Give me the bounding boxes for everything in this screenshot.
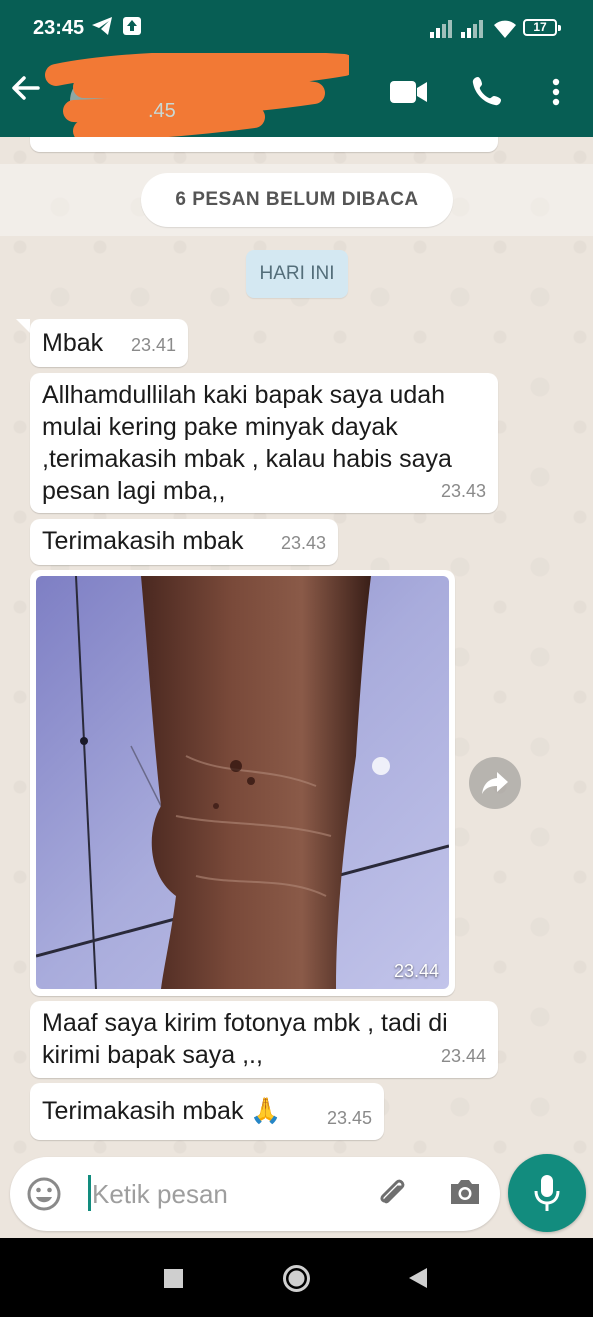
previous-message-bubble [30,137,498,152]
home-icon[interactable] [282,1264,311,1298]
message-bubble[interactable]: Mbak 23.41 [30,319,188,367]
message-text: Allhamdullilah kaki bapak saya udah mula… [42,381,452,505]
voice-record-button[interactable] [508,1154,586,1232]
status-time: 23:45 [33,17,85,39]
contact-status: .45 [148,100,176,122]
message-time: 23.44 [440,1046,486,1066]
message-bubble[interactable]: Terimakasih mbak 🙏 23.45 [30,1083,384,1140]
video-call-icon[interactable] [390,79,428,110]
bubble-tail [16,319,30,333]
camera-icon[interactable] [448,1177,482,1212]
attach-icon[interactable] [374,1175,412,1218]
battery-icon: 17 [523,19,561,36]
back-arrow-icon[interactable] [10,73,40,108]
phone-call-icon[interactable] [471,75,503,112]
message-input-bar: Ketik pesan [10,1157,500,1231]
leg-photo[interactable] [36,576,449,989]
telegram-icon [91,16,113,41]
message-input[interactable]: Ketik pesan [92,1179,228,1210]
forward-button[interactable] [469,757,521,809]
unread-messages-banner: 6 PESAN BELUM DIBACA [141,173,453,227]
more-options-icon[interactable] [552,78,560,111]
redaction-scribble [44,50,355,143]
upload-icon [122,16,142,41]
image-message-bubble[interactable]: 23.44 [30,570,455,996]
message-text: Maaf saya kirim fotonya mbk , tadi di ki… [42,1009,448,1069]
signal-icon [461,20,487,43]
forward-icon [481,770,509,801]
message-bubble[interactable]: Allhamdullilah kaki bapak saya udah mula… [30,373,498,513]
chat-area[interactable]: 6 PESAN BELUM DIBACA HARI INI Mbak 23.41… [0,137,593,1161]
emoji-icon[interactable] [26,1176,62,1217]
microphone-icon [534,1174,560,1217]
message-bubble[interactable]: Terimakasih mbak 23.43 [30,519,338,565]
back-nav-icon[interactable] [408,1267,428,1294]
signal-icon [430,20,456,43]
text-cursor [88,1175,91,1211]
message-bubble[interactable]: Maaf saya kirim fotonya mbk , tadi di ki… [30,1001,498,1078]
day-separator: HARI INI [246,250,348,298]
message-time: 23.44 [393,961,439,981]
system-navigation-bar [0,1238,593,1317]
wifi-icon [493,19,517,44]
message-time: 23.43 [280,533,326,553]
chat-header: .45 [0,45,593,142]
recent-apps-icon[interactable] [164,1269,183,1293]
message-time: 23.43 [440,481,486,501]
message-time: 23.45 [326,1108,372,1128]
message-time: 23.41 [130,335,176,355]
